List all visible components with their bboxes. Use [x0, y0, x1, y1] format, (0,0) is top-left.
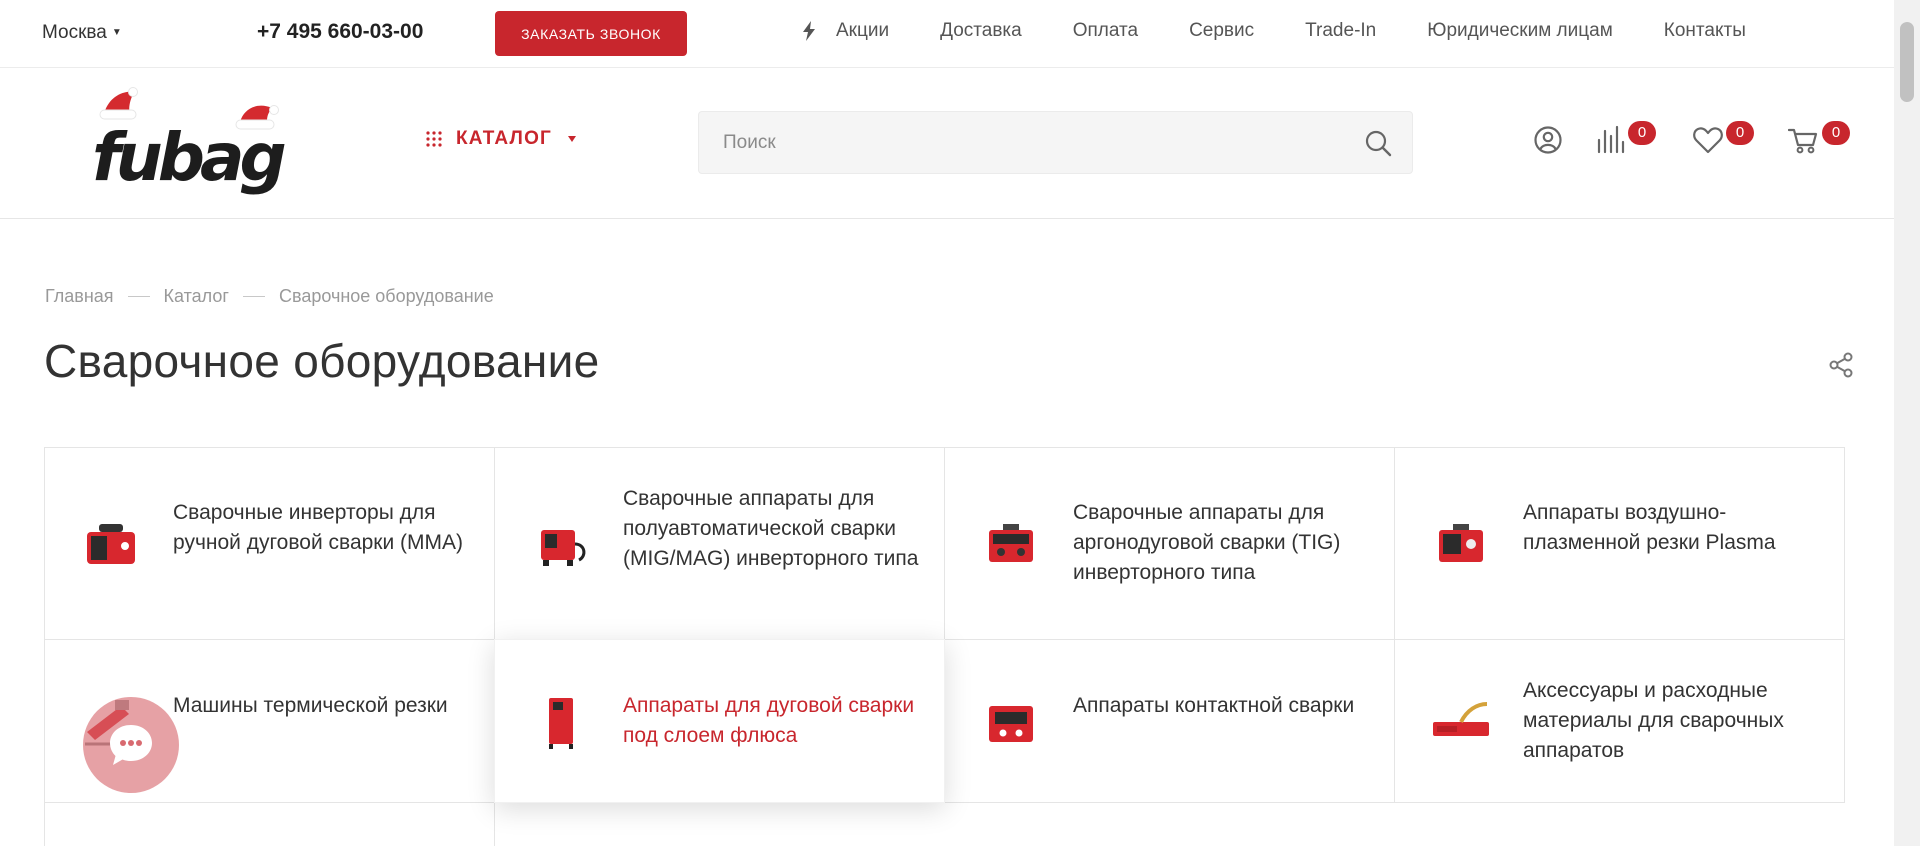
category-title: Аппараты воздушно-плазменной резки Plasm… [1523, 501, 1776, 554]
search-icon[interactable] [1364, 129, 1392, 157]
category-title: Машины термической резки [173, 694, 448, 717]
nav-link-promotions[interactable]: Акции [836, 20, 889, 42]
category-card[interactable]: Сварочные аппараты для аргонодуговой сва… [944, 447, 1395, 640]
chevron-down-icon [568, 136, 577, 142]
category-title: Аксессуары и расходные материалы для сва… [1523, 679, 1784, 762]
nav-link-contacts[interactable]: Контакты [1664, 20, 1746, 42]
mma-inverter-icon [87, 524, 135, 564]
plasma-cutter-icon [1439, 524, 1483, 562]
city-selector[interactable]: Москва ▼ [42, 22, 122, 44]
category-title: Сварочные аппараты для полуавтоматическо… [623, 487, 919, 570]
mig-mag-welder-icon [541, 530, 586, 566]
category-title: Сварочные аппараты для аргонодуговой сва… [1073, 501, 1341, 584]
category-card[interactable]: Сварочные аппараты для полуавтоматическо… [494, 447, 945, 640]
catalog-button[interactable]: КАТАЛОГ [426, 128, 577, 150]
grid-icon [426, 131, 442, 147]
category-title: Сварочные инверторы для ручной дуговой с… [173, 501, 464, 554]
spot-welder-icon [989, 706, 1033, 742]
chevron-down-icon: ▼ [111, 27, 122, 39]
category-title: Аппараты контактной сварки [1073, 694, 1355, 717]
lightning-icon [803, 21, 815, 41]
submerged-arc-welder-icon [549, 698, 573, 749]
cart-button[interactable]: 0 [1788, 121, 1852, 156]
cart-icon [1788, 128, 1818, 154]
top-bar: Москва ▼ +7 495 660-03-00 Заказать звонок… [0, 0, 1894, 68]
heart-icon [1693, 127, 1723, 154]
nav-link-delivery[interactable]: Доставка [940, 20, 1022, 42]
compare-icon [1597, 125, 1625, 154]
breadcrumb-current: Сварочное оборудование [278, 286, 494, 306]
category-card[interactable] [44, 802, 495, 846]
logo-wordmark: fubag [92, 119, 285, 196]
breadcrumb-separator [127, 296, 150, 297]
compare-count-badge: 0 [1628, 121, 1656, 145]
chat-icon [110, 725, 152, 765]
favorites-button[interactable]: 0 [1692, 121, 1756, 156]
top-nav: Акции Доставка Оплата Сервис Trade-In Юр… [800, 20, 1746, 42]
callback-button[interactable]: Заказать звонок [495, 11, 687, 56]
nav-link-trade-in[interactable]: Trade-In [1305, 20, 1376, 42]
category-card-active[interactable]: Аппараты для дуговой сварки под слоем фл… [494, 639, 945, 803]
chat-widget-button[interactable] [83, 697, 179, 793]
breadcrumb: Главная Каталог Сварочное оборудование [45, 286, 494, 307]
catalog-label: КАТАЛОГ [456, 128, 553, 149]
main-header: fubag КАТАЛОГ Поиск 0 0 0 [0, 68, 1894, 219]
breadcrumb-separator [242, 296, 265, 297]
compare-button[interactable]: 0 [1596, 121, 1660, 156]
search-box [698, 111, 1413, 174]
category-card[interactable]: Аппараты воздушно-плазменной резки Plasm… [1394, 447, 1845, 640]
search-input[interactable] [699, 112, 1339, 173]
page-title: Сварочное оборудование [44, 335, 600, 387]
nav-link-service[interactable]: Сервис [1189, 20, 1254, 42]
category-card[interactable]: Аксессуары и расходные материалы для сва… [1394, 639, 1845, 803]
phone-number[interactable]: +7 495 660-03-00 [257, 20, 423, 44]
user-account-icon[interactable] [1533, 124, 1563, 156]
share-icon[interactable] [1829, 352, 1853, 378]
cart-count-badge: 0 [1822, 121, 1850, 145]
nav-link-payment[interactable]: Оплата [1073, 20, 1138, 42]
fubag-logo[interactable]: fubag [86, 80, 292, 205]
tig-welder-icon [989, 524, 1033, 562]
breadcrumb-home[interactable]: Главная [45, 286, 114, 307]
category-title: Аппараты для дуговой сварки под слоем фл… [623, 694, 915, 747]
city-label: Москва [42, 22, 107, 43]
page-scrollbar[interactable] [1894, 0, 1920, 846]
welding-torch-icon [1433, 702, 1489, 736]
category-card[interactable]: Сварочные инверторы для ручной дуговой с… [44, 447, 495, 640]
breadcrumb-catalog[interactable]: Каталог [164, 286, 229, 307]
scrollbar-thumb[interactable] [1900, 22, 1914, 102]
nav-link-legal-entities[interactable]: Юридическим лицам [1427, 20, 1613, 42]
category-card[interactable]: Аппараты контактной сварки [944, 639, 1395, 803]
favorites-count-badge: 0 [1726, 121, 1754, 145]
